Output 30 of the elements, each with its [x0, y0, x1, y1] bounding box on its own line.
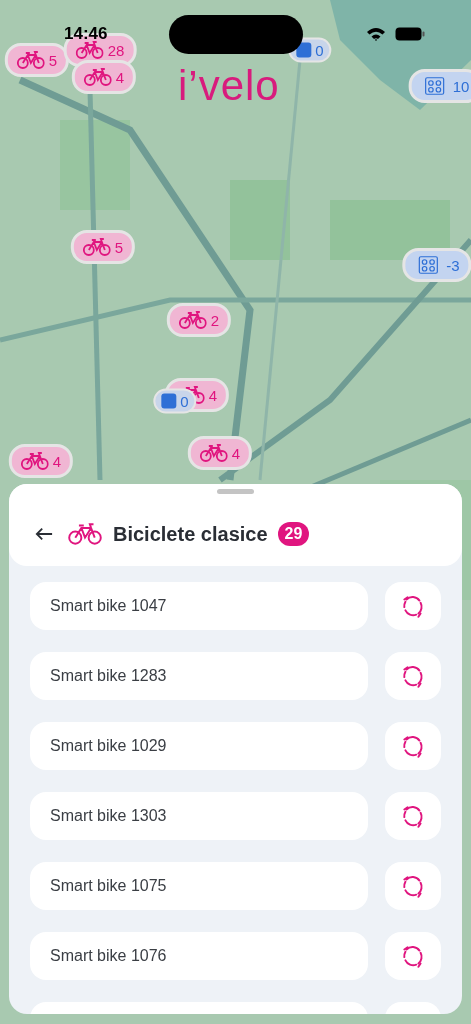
map-marker[interactable]: 10 — [408, 69, 471, 103]
sheet-title: Biciclete clasice — [113, 522, 268, 546]
bike-list-item[interactable]: Smart bike 1075 — [30, 862, 368, 910]
bike-list-item[interactable]: Smart bike 1047 — [30, 582, 368, 630]
ring-button[interactable] — [385, 862, 441, 910]
bicycle-icon — [16, 51, 45, 69]
bicycle-icon — [83, 68, 112, 86]
count-badge: 29 — [277, 522, 310, 546]
wifi-icon — [366, 27, 386, 41]
ring-button[interactable] — [385, 932, 441, 980]
bicycle-icon — [178, 311, 207, 329]
parking-icon — [161, 393, 177, 409]
back-arrow-icon[interactable] — [35, 526, 53, 542]
map-marker[interactable]: 4 — [71, 60, 137, 94]
bike-list-item[interactable]: Smart bike 1283 — [30, 652, 368, 700]
bicycle-icon — [199, 444, 228, 462]
ring-button[interactable] — [385, 792, 441, 840]
bicycle-icon — [82, 238, 111, 256]
ring-button[interactable] — [385, 652, 441, 700]
drag-handle[interactable] — [217, 489, 254, 494]
bike-list-item[interactable]: Smart bike 1076 — [30, 932, 368, 980]
ring-button[interactable] — [385, 582, 441, 630]
bicycle-icon — [68, 522, 102, 546]
bicycle-icon — [75, 41, 104, 59]
ring-button[interactable] — [385, 722, 441, 770]
app-logo: i’velo — [178, 62, 280, 110]
map-marker[interactable]: -3 — [402, 248, 471, 282]
bike-list-item[interactable]: Smart bike 1303 — [30, 792, 368, 840]
bike-list-item[interactable]: Smart bike 1029 — [30, 722, 368, 770]
bicycle-icon — [20, 452, 49, 470]
